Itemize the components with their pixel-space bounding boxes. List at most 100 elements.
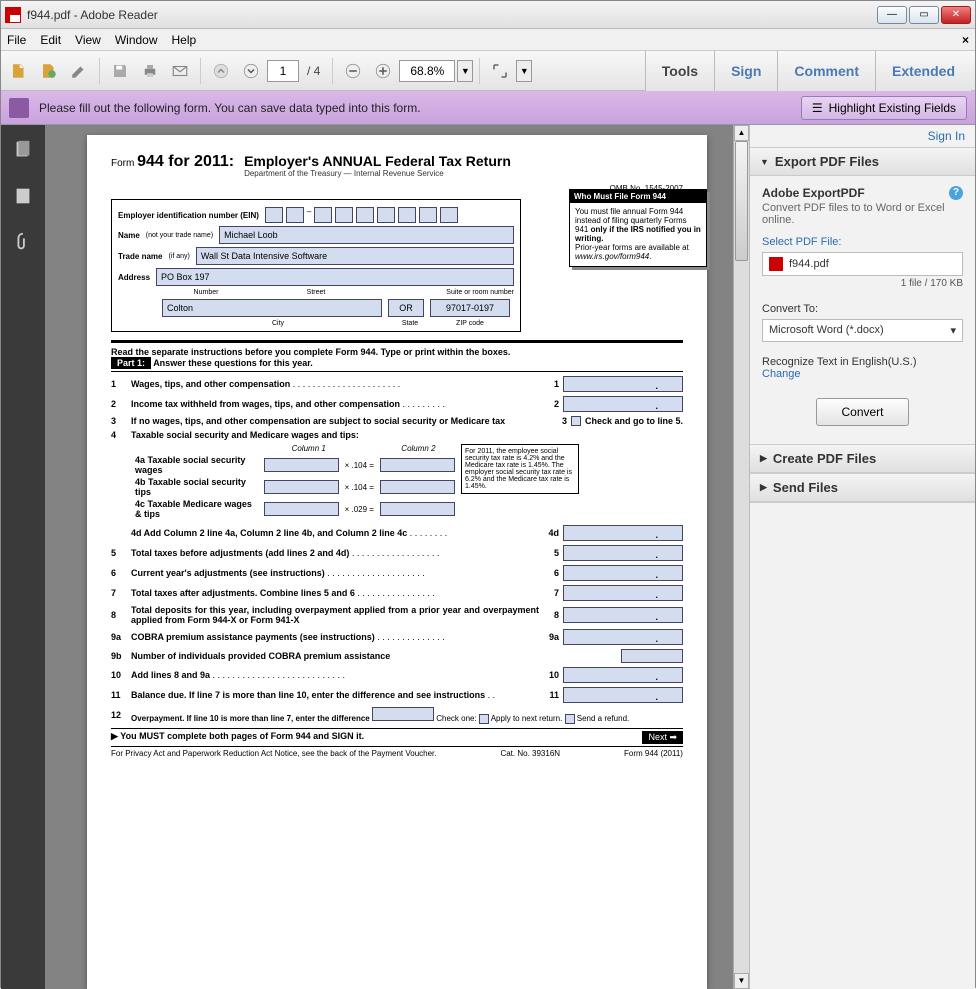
menu-edit[interactable]: Edit: [40, 33, 61, 47]
ein-box[interactable]: [335, 207, 353, 223]
export-pdf-accordion[interactable]: ▼Export PDF Files: [750, 148, 975, 176]
line5-field[interactable]: [563, 545, 683, 561]
help-icon[interactable]: ?: [949, 186, 963, 200]
zoom-dropdown-icon[interactable]: ▼: [457, 60, 473, 82]
print-icon[interactable]: [136, 57, 164, 85]
send-files-accordion[interactable]: ▶Send Files: [750, 474, 975, 502]
window-title: f944.pdf - Adobe Reader: [27, 8, 877, 22]
menu-help[interactable]: Help: [172, 33, 197, 47]
page-total: / 4: [301, 64, 326, 78]
email-icon[interactable]: [166, 57, 194, 85]
scroll-up-icon[interactable]: ▲: [734, 125, 749, 141]
send-refund-checkbox[interactable]: [565, 714, 575, 724]
line4d-field[interactable]: [563, 525, 683, 541]
next-button[interactable]: Next ➡: [642, 731, 683, 744]
line1-field[interactable]: [563, 376, 683, 392]
bookmarks-icon[interactable]: [12, 185, 34, 207]
format-dropdown[interactable]: Microsoft Word (*.docx)▾: [762, 319, 963, 342]
ein-box[interactable]: [356, 207, 374, 223]
trade-note: (if any): [168, 253, 189, 260]
zip-field[interactable]: [430, 299, 510, 317]
ein-box[interactable]: [419, 207, 437, 223]
ein-box[interactable]: [286, 207, 304, 223]
apply-next-checkbox[interactable]: [479, 714, 489, 724]
create-pdf-accordion[interactable]: ▶Create PDF Files: [750, 445, 975, 473]
scroll-down-icon[interactable]: ▼: [734, 973, 749, 989]
extended-tab[interactable]: Extended: [875, 51, 971, 91]
q9b-label: Number of individuals provided COBRA pre…: [131, 651, 390, 661]
line12-field[interactable]: [372, 707, 434, 721]
line4a-col2-field[interactable]: [380, 458, 455, 472]
line9a-field[interactable]: [563, 629, 683, 645]
menubar-close-icon[interactable]: ×: [962, 33, 969, 47]
line11-field[interactable]: [563, 687, 683, 703]
minimize-button[interactable]: —: [877, 6, 907, 24]
line10-field[interactable]: [563, 667, 683, 683]
comment-tab[interactable]: Comment: [777, 51, 875, 91]
ein-box[interactable]: [314, 207, 332, 223]
ein-box[interactable]: [440, 207, 458, 223]
send-refund-label: Send a refund.: [577, 714, 629, 723]
form-number: 944 for 2011:: [137, 153, 234, 170]
ein-box[interactable]: [398, 207, 416, 223]
q4c-label: 4c Taxable Medicare wages & tips: [135, 499, 260, 519]
line9b-field[interactable]: [621, 649, 683, 663]
q3-check-label: Check and go to line 5.: [585, 416, 683, 426]
create-pdf-icon[interactable]: [35, 57, 63, 85]
fit-icon[interactable]: [486, 57, 514, 85]
sign-in-link[interactable]: Sign In: [750, 125, 975, 148]
city-field[interactable]: [162, 299, 382, 317]
ein-box[interactable]: [265, 207, 283, 223]
zoom-in-icon[interactable]: [369, 57, 397, 85]
who-must-file-box: Who Must File Form 944 You must file ann…: [569, 189, 707, 267]
convert-button[interactable]: Convert: [816, 398, 908, 426]
form-notice-bar: Please fill out the following form. You …: [1, 91, 975, 125]
page-number-input[interactable]: [267, 60, 299, 82]
format-value: Microsoft Word (*.docx): [769, 324, 884, 337]
document-viewport[interactable]: Form 944 for 2011: Employer's ANNUAL Fed…: [45, 125, 749, 989]
sign-tab[interactable]: Sign: [714, 51, 777, 91]
ein-box[interactable]: [377, 207, 395, 223]
highlight-fields-button[interactable]: ☰ Highlight Existing Fields: [801, 96, 967, 120]
line4b-col2-field[interactable]: [380, 480, 455, 494]
save-icon[interactable]: [106, 57, 134, 85]
line2-field[interactable]: [563, 396, 683, 412]
line3-checkbox[interactable]: [571, 416, 581, 426]
line8-field[interactable]: [563, 607, 683, 623]
attachments-icon[interactable]: [12, 231, 34, 253]
thumbnails-icon[interactable]: [12, 139, 34, 161]
window-titlebar: f944.pdf - Adobe Reader — ▭ ✕: [1, 1, 975, 29]
scroll-thumb[interactable]: [735, 141, 748, 261]
selected-file-box[interactable]: f944.pdf: [762, 252, 963, 276]
pdf-page: Form 944 for 2011: Employer's ANNUAL Fed…: [87, 135, 707, 989]
menu-file[interactable]: File: [7, 33, 26, 47]
name-field[interactable]: [219, 226, 514, 244]
line4a-col1-field[interactable]: [264, 458, 339, 472]
line6-field[interactable]: [563, 565, 683, 581]
maximize-button[interactable]: ▭: [909, 6, 939, 24]
zoom-out-icon[interactable]: [339, 57, 367, 85]
page-down-icon[interactable]: [237, 57, 265, 85]
line4b-col1-field[interactable]: [264, 480, 339, 494]
edit-icon[interactable]: [65, 57, 93, 85]
tools-tab[interactable]: Tools: [645, 51, 714, 91]
zoom-input[interactable]: [399, 60, 455, 82]
line4c-col2-field[interactable]: [380, 502, 455, 516]
vertical-scrollbar[interactable]: ▲ ▼: [733, 125, 749, 989]
close-button[interactable]: ✕: [941, 6, 971, 24]
state-field[interactable]: [388, 299, 424, 317]
change-link[interactable]: Change: [762, 368, 801, 380]
menu-window[interactable]: Window: [115, 33, 158, 47]
street-field[interactable]: [156, 268, 514, 286]
page-up-icon[interactable]: [207, 57, 235, 85]
export-pdf-icon[interactable]: [5, 57, 33, 85]
rate4a: × .104 =: [343, 461, 376, 470]
trade-name-field[interactable]: [196, 247, 514, 265]
menu-view[interactable]: View: [75, 33, 101, 47]
q7-label: Total taxes after adjustments. Combine l…: [131, 588, 355, 598]
line4c-col1-field[interactable]: [264, 502, 339, 516]
form-label: Form: [111, 158, 134, 169]
part1-badge: Part 1:: [111, 357, 151, 369]
read-mode-dropdown-icon[interactable]: ▼: [516, 60, 532, 82]
line7-field[interactable]: [563, 585, 683, 601]
